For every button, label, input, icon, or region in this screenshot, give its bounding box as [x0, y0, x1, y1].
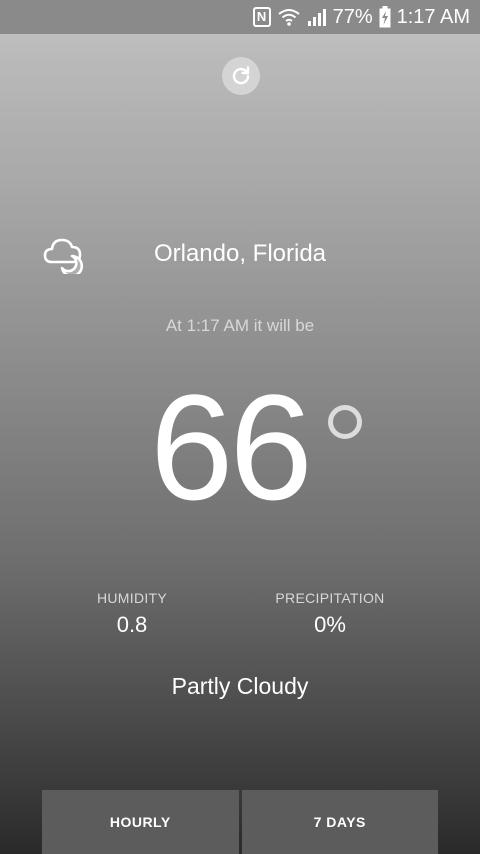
humidity-stat: HUMIDITY 0.8: [82, 590, 182, 638]
nfc-icon: N: [252, 7, 271, 27]
forecast-time-text: At 1:17 AM it will be: [165, 316, 315, 335]
signal-icon: [307, 7, 327, 27]
refresh-icon: [232, 66, 250, 85]
refresh-button[interactable]: [222, 57, 260, 95]
humidity-label: HUMIDITY: [96, 590, 168, 606]
precipitation-stat: PRECIPITATION 0%: [260, 590, 400, 638]
clock: 1:17 AM: [396, 5, 470, 28]
status-icons: N 77% 1:17 AM: [252, 0, 470, 34]
degree-symbol-icon: [328, 405, 362, 439]
battery-percent: 77%: [332, 5, 373, 28]
status-bar: N 77% 1:17 AM: [0, 0, 480, 34]
humidity-value: 0.8: [116, 612, 148, 637]
seven-days-button[interactable]: 7 DAYS: [241, 790, 438, 854]
weather-condition: Partly Cloudy: [171, 673, 309, 699]
bottom-tab-bar: HOURLY 7 DAYS: [42, 790, 438, 854]
precipitation-value: 0%: [314, 612, 346, 637]
location-title: Orlando, Florida: [153, 240, 327, 267]
wifi-icon: [277, 7, 301, 27]
hourly-button[interactable]: HOURLY: [42, 790, 239, 854]
precipitation-label: PRECIPITATION: [275, 590, 385, 606]
temperature-value: 66: [150, 363, 313, 531]
battery-charging-icon: [379, 6, 391, 28]
